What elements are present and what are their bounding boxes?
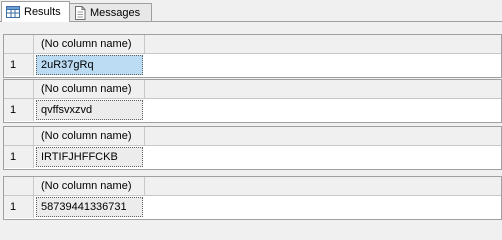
- row-number[interactable]: 1: [4, 146, 34, 168]
- result-grid-3[interactable]: (No column name) 1 IRTIFJHFFCKB: [3, 126, 502, 170]
- tab-divider: [0, 21, 502, 22]
- result-cell[interactable]: qvffsvxzvd: [36, 100, 143, 120]
- grid-corner-header[interactable]: [4, 80, 34, 99]
- result-grid-2[interactable]: (No column name) 1 qvffsvxzvd: [3, 79, 502, 123]
- tab-messages[interactable]: Messages: [70, 3, 152, 22]
- header-filler: [145, 177, 501, 196]
- tab-results[interactable]: Results: [1, 1, 70, 22]
- tab-results-label: Results: [24, 6, 61, 18]
- header-filler: [145, 35, 501, 54]
- column-header[interactable]: (No column name): [34, 35, 145, 54]
- header-filler: [145, 80, 501, 99]
- column-header[interactable]: (No column name): [34, 177, 145, 196]
- grid-corner-header[interactable]: [4, 177, 34, 196]
- column-header[interactable]: (No column name): [34, 127, 145, 146]
- result-cell[interactable]: 58739441336731: [36, 197, 143, 217]
- grid-corner-header[interactable]: [4, 35, 34, 54]
- result-grid-1[interactable]: (No column name) 1 2uR37gRq: [3, 34, 502, 78]
- result-cell[interactable]: IRTIFJHFFCKB: [36, 147, 143, 167]
- results-tab-bar: Results Messages: [0, 0, 502, 22]
- result-grid-4[interactable]: (No column name) 1 58739441336731: [3, 176, 502, 220]
- grid-icon: [6, 6, 20, 18]
- document-icon: [74, 6, 86, 20]
- results-pane: (No column name) 1 2uR37gRq (No column n…: [0, 22, 502, 222]
- row-number[interactable]: 1: [4, 54, 34, 76]
- row-number[interactable]: 1: [4, 99, 34, 121]
- tab-messages-label: Messages: [90, 7, 141, 19]
- header-filler: [145, 127, 501, 146]
- row-number[interactable]: 1: [4, 196, 34, 218]
- column-header[interactable]: (No column name): [34, 80, 145, 99]
- grid-corner-header[interactable]: [4, 127, 34, 146]
- result-cell[interactable]: 2uR37gRq: [36, 55, 143, 75]
